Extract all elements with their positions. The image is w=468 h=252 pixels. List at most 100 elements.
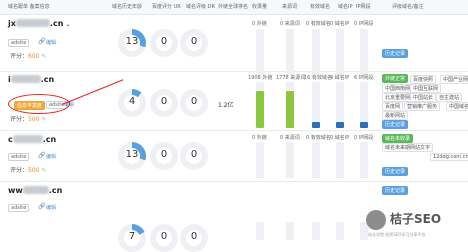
bar-fill [286, 91, 294, 128]
edit-icon[interactable]: ✎ [41, 167, 46, 174]
age-ring: 7 [118, 224, 146, 252]
chevron-down-icon[interactable]: ⌄ [65, 21, 70, 28]
blurred-domain [22, 186, 49, 194]
tag-chip[interactable]: 北京重要网 [382, 93, 414, 102]
domain-suffix: .cn [49, 19, 64, 28]
domain-name[interactable]: c .cn [8, 135, 56, 144]
table-row: c .cn adsite 🔗 编辑 评分：500 ✎ 13 0 0 0 外链 0 … [0, 131, 468, 182]
bar-label: 1908 外链 [248, 75, 273, 81]
tag-chip[interactable]: 百度快照 [410, 75, 437, 84]
domain-name[interactable]: ww .cn [8, 186, 62, 195]
index-bar [256, 82, 264, 128]
bar-label: 0 外链 [252, 135, 267, 141]
blurred-domain [10, 75, 41, 83]
keywords-bar [286, 142, 294, 178]
dr-ring: 0 [180, 142, 208, 170]
valid-domains-bar [312, 29, 320, 75]
domain-prefix: jx [8, 19, 16, 28]
adsite-tag[interactable]: adsite [8, 153, 30, 161]
history-button[interactable]: 历史记录 [382, 167, 409, 176]
tag-chip[interactable]: 中国站长 [410, 93, 437, 102]
bar-label: 0 外链 [252, 21, 267, 27]
adsite-tag[interactable]: adsite [8, 39, 30, 47]
tag-chip[interactable]: 域名未来期网站文字 [382, 143, 434, 152]
domain-suffix: .cn [40, 75, 55, 84]
score: 评分：600 ✎ [10, 51, 46, 60]
score-value: 600 [28, 53, 40, 60]
score-label: 评分： [10, 53, 29, 60]
tag-chip[interactable]: 营销推广服务 [404, 102, 441, 111]
blurred-domain [15, 19, 50, 27]
domain-ip-bar [336, 82, 344, 128]
link-icon[interactable]: 🔗 [38, 203, 45, 210]
ur-value: 0 [160, 36, 168, 47]
bar-label: 16 有效域名 [304, 75, 332, 81]
bar-label: 6 IP网段 [354, 75, 374, 81]
dr-value: 0 [190, 96, 198, 107]
bar-label: 0 域名IP [330, 21, 350, 27]
bar-label: 0 来源词 [280, 21, 300, 27]
domain-name[interactable]: i .cn [8, 75, 54, 84]
tag-chip[interactable]: 中国产业网 [440, 75, 468, 84]
edit-icon[interactable]: ✎ [41, 116, 46, 123]
edit-link[interactable]: 编辑 [46, 39, 56, 46]
domain-suffix: .cn [42, 135, 57, 144]
tag-chip[interactable]: 中国域名 [446, 102, 468, 111]
ur-ring: 0 [150, 89, 178, 117]
bar-label: 4 域名IP [330, 75, 350, 81]
header-notes: 评级域名/备注 [392, 4, 424, 10]
domain-ip-bar [336, 222, 344, 240]
keywords-bar [286, 82, 294, 128]
tag-chip[interactable]: 12ddg.com.cn [430, 153, 468, 161]
table-header: 域名跟单 备案信息 域名历史年龄 百度评分 UR 域名评级 DR 外链全球排名 … [0, 0, 468, 15]
header-ip-segment: IP网段 [356, 4, 371, 10]
table-row: jx .cn ⌄ adsite 🔗 编辑 评分：600 ✎ 13 0 0 0 外链 … [0, 15, 468, 75]
tag-chip[interactable]: 百度网 [382, 102, 404, 111]
bar-label: 0 IP网段 [354, 21, 374, 27]
watermark: 桔子SEO 站长学院·优质SEO学习分享平台 [366, 206, 466, 240]
tag-chip[interactable]: 最新网站 [382, 111, 409, 120]
ur-value: 0 [160, 96, 168, 107]
tag-chip[interactable]: 中国西南网 [382, 84, 414, 93]
age-value: 13 [125, 149, 139, 160]
ur-ring: 0 [150, 224, 178, 252]
index-bar [256, 142, 264, 178]
status-button[interactable]: 域名未收录 [382, 134, 414, 143]
watermark-title: 桔子SEO [390, 212, 442, 226]
edit-link[interactable]: 编辑 [46, 153, 56, 160]
age-value: 7 [128, 231, 136, 242]
index-bar [256, 222, 264, 240]
bar-label: 0 有效域名 [306, 21, 331, 27]
adsite-tag[interactable]: adsite [8, 204, 30, 212]
history-button[interactable]: 历史记录 [382, 186, 409, 195]
dr-ring: 0 [180, 224, 208, 252]
history-button[interactable]: 历史记录 [382, 120, 409, 129]
domain-ip-bar [336, 142, 344, 178]
ip-segment-bar [360, 29, 368, 75]
bar-label: 0 来源词 [280, 135, 300, 141]
age-value: 4 [128, 96, 136, 107]
link-icon[interactable]: 🔗 [38, 38, 45, 45]
header-domain: 域名跟单 备案信息 [8, 4, 50, 10]
ip-segment-bar [360, 142, 368, 178]
score-label: 评分： [10, 116, 29, 123]
header-rank: 外链全球排名 [218, 4, 249, 10]
domain-name[interactable]: jx .cn ⌄ [8, 19, 70, 28]
link-icon[interactable]: 🔗 [38, 152, 45, 159]
ur-ring: 0 [150, 29, 178, 57]
header-valid-domains: 有效域名 [310, 4, 331, 10]
history-button[interactable]: 历史记录 [382, 49, 409, 58]
edit-link[interactable]: 编辑 [46, 204, 56, 211]
tag-chip[interactable]: 中国互联网 [410, 84, 442, 93]
dr-ring: 0 [180, 89, 208, 117]
bar-fill [312, 122, 320, 128]
valid-domains-bar [312, 142, 320, 178]
header-index: 收录量 [252, 4, 268, 10]
age-value: 13 [125, 36, 139, 47]
edit-icon[interactable]: ✎ [41, 53, 46, 60]
score-value: 500 [28, 116, 40, 123]
header-dr: 域名评级 DR [186, 4, 215, 10]
status-button[interactable]: 外链正常 [382, 74, 409, 83]
score-label: 评分： [10, 167, 29, 174]
tag-chip[interactable]: 自主建站 [436, 93, 463, 102]
